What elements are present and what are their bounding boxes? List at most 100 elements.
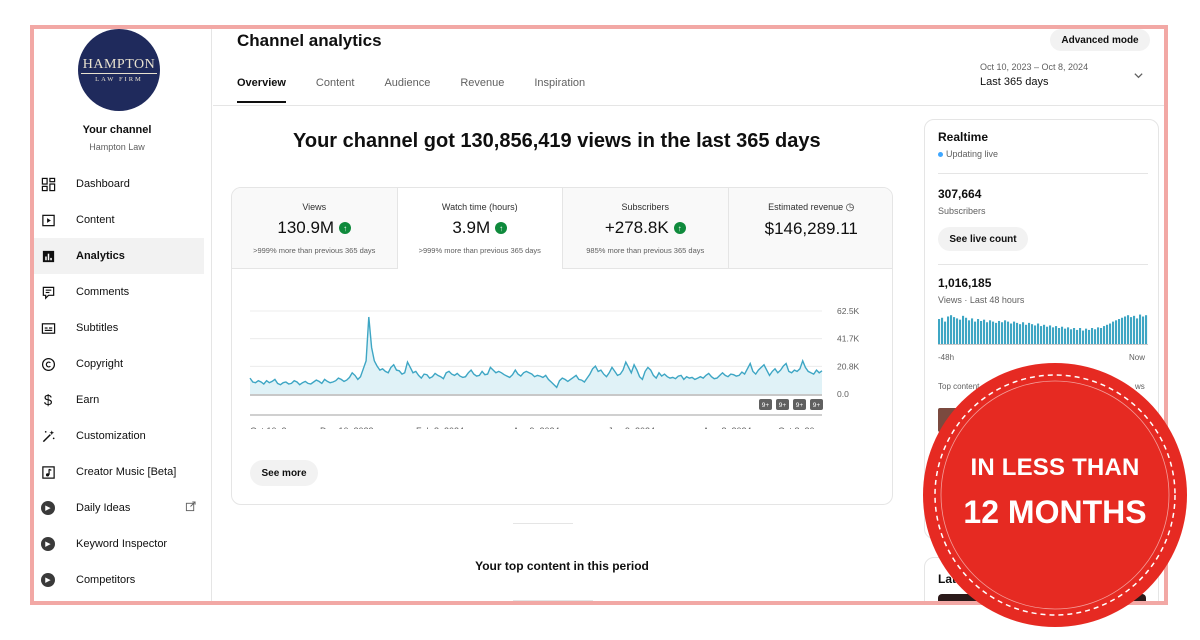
analytics-icon bbox=[40, 248, 56, 264]
chevron-down-icon[interactable] bbox=[1133, 70, 1144, 84]
realtime-bar bbox=[1136, 318, 1139, 344]
sidebar-item-copyright[interactable]: Copyright bbox=[34, 346, 204, 382]
sidebar-item-comments[interactable]: Comments bbox=[34, 274, 204, 310]
realtime-bar bbox=[959, 319, 962, 344]
realtime-bar bbox=[1016, 322, 1019, 344]
tab-content[interactable]: Content bbox=[316, 77, 355, 103]
sidebar-item-label: Analytics bbox=[76, 250, 125, 262]
sidebar-item-label: Content bbox=[76, 214, 115, 226]
event-badge[interactable]: 9+ bbox=[793, 399, 806, 410]
realtime-bar bbox=[1100, 328, 1103, 344]
realtime-bar bbox=[1091, 328, 1094, 344]
arrow-up-icon: ↑ bbox=[339, 222, 352, 234]
sidebar-item-keyword-inspector[interactable]: ▶ Keyword Inspector bbox=[34, 526, 204, 562]
sidebar-item-dashboard[interactable]: Dashboard bbox=[34, 166, 204, 202]
realtime-bar bbox=[1055, 326, 1058, 344]
content-icon bbox=[40, 212, 56, 228]
live-text: Updating live bbox=[946, 149, 999, 159]
divider bbox=[938, 264, 1148, 265]
see-more-button[interactable]: See more bbox=[250, 460, 318, 486]
sidebar: HAMPTON LAW FIRM Your channel Hampton La… bbox=[34, 29, 212, 601]
realtime-bar bbox=[1004, 320, 1007, 344]
realtime-bar bbox=[1118, 319, 1121, 344]
sidebar-item-competitors[interactable]: ▶ Competitors bbox=[34, 562, 204, 598]
advanced-mode-button[interactable]: Advanced mode bbox=[1050, 29, 1150, 51]
metric-watch-time[interactable]: Watch time (hours) 3.9M ↑ >999% more tha… bbox=[397, 188, 563, 269]
realtime-bar bbox=[1142, 316, 1145, 344]
realtime-bar bbox=[1043, 324, 1046, 344]
series-area bbox=[250, 317, 822, 394]
sidebar-item-content[interactable]: Content bbox=[34, 202, 204, 238]
realtime-bar bbox=[1061, 326, 1064, 344]
metric-value: $146,289.11 bbox=[764, 219, 858, 238]
realtime-bar bbox=[956, 318, 959, 344]
logo-line2: LAW FIRM bbox=[95, 76, 143, 83]
metric-comparison: >999% more than previous 365 days bbox=[253, 246, 376, 255]
x-tick-label: Apr 9, 2024 bbox=[513, 426, 560, 429]
realtime-views-value: 1,016,185 bbox=[938, 276, 992, 290]
realtime-bar bbox=[974, 321, 977, 344]
sidebar-item-customization[interactable]: Customization bbox=[34, 418, 204, 454]
sidebar-item-analytics[interactable]: Analytics bbox=[34, 238, 204, 274]
logo-line1: HAMPTON bbox=[80, 57, 158, 74]
realtime-bar bbox=[977, 319, 980, 344]
stamp-line1: IN LESS THAN bbox=[970, 454, 1140, 481]
metric-label: Views bbox=[302, 202, 327, 212]
realtime-bar bbox=[1097, 327, 1100, 344]
see-live-count-button[interactable]: See live count bbox=[938, 227, 1028, 251]
event-badge[interactable]: 9+ bbox=[759, 399, 772, 410]
y-tick-label: 41.7K bbox=[837, 334, 860, 344]
realtime-bar bbox=[971, 318, 974, 344]
channel-avatar[interactable]: HAMPTON LAW FIRM bbox=[78, 29, 160, 111]
comments-icon bbox=[40, 284, 56, 300]
sidebar-item-subtitles[interactable]: Subtitles bbox=[34, 310, 204, 346]
tab-overview[interactable]: Overview bbox=[237, 77, 286, 103]
tab-revenue[interactable]: Revenue bbox=[460, 77, 504, 103]
metric-comparison: >999% more than previous 365 days bbox=[418, 246, 541, 255]
sidebar-item-label: Subtitles bbox=[76, 322, 119, 334]
metric-comparison: 985% more than previous 365 days bbox=[586, 246, 705, 255]
realtime-bar bbox=[1115, 320, 1118, 344]
realtime-bar bbox=[1028, 322, 1031, 344]
realtime-bar bbox=[1124, 316, 1127, 344]
realtime-bar bbox=[1037, 323, 1040, 344]
sidebar-item-earn[interactable]: $ Earn bbox=[34, 382, 204, 418]
realtime-bar bbox=[947, 316, 950, 344]
tab-inspiration[interactable]: Inspiration bbox=[534, 77, 585, 103]
realtime-bar bbox=[938, 319, 941, 344]
realtime-bar bbox=[1094, 329, 1097, 344]
dollar-icon: $ bbox=[43, 391, 53, 409]
realtime-bar bbox=[962, 315, 965, 344]
realtime-bar bbox=[1040, 326, 1043, 344]
metric-views[interactable]: Views 130.9M ↑ >999% more than previous … bbox=[232, 188, 398, 269]
live-indicator: Updating live bbox=[938, 149, 998, 159]
y-tick-label: 0.0 bbox=[837, 389, 849, 399]
event-badge[interactable]: 9+ bbox=[776, 399, 789, 410]
metric-subscribers[interactable]: Subscribers +278.8K ↑ 985% more than pre… bbox=[563, 188, 729, 269]
realtime-bar bbox=[1103, 326, 1106, 344]
x-tick-label: Oct 10, 2... bbox=[250, 426, 294, 429]
analytics-tabs: Overview Content Audience Revenue Inspir… bbox=[237, 77, 615, 103]
tabs-divider bbox=[213, 105, 1164, 106]
plugin-icon: ▶ bbox=[40, 572, 56, 588]
metric-value-row: 3.9M ↑ bbox=[398, 218, 563, 238]
metric-value-row: 130.9M ↑ bbox=[232, 218, 397, 238]
sidebar-item-label: Creator Music [Beta] bbox=[76, 466, 177, 478]
realtime-bar bbox=[1082, 330, 1085, 344]
external-link-icon[interactable] bbox=[185, 501, 196, 515]
event-badge[interactable]: 9+ bbox=[810, 399, 823, 410]
realtime-bar bbox=[950, 315, 953, 344]
x-tick-label: Aug 8, 2024 bbox=[703, 426, 752, 429]
realtime-bar bbox=[1079, 328, 1082, 344]
realtime-subscribers-value: 307,664 bbox=[938, 187, 982, 201]
tab-audience[interactable]: Audience bbox=[384, 77, 430, 103]
sidebar-item-creator-music[interactable]: Creator Music [Beta] bbox=[34, 454, 204, 490]
realtime-bar bbox=[941, 317, 944, 344]
realtime-bar bbox=[1013, 321, 1016, 344]
date-range-picker[interactable]: Oct 10, 2023 – Oct 8, 2024 Last 365 days bbox=[980, 62, 1088, 88]
music-icon bbox=[40, 464, 56, 480]
screenshot-frame: HAMPTON LAW FIRM Your channel Hampton La… bbox=[0, 0, 1200, 640]
sidebar-item-daily-ideas[interactable]: ▶ Daily Ideas bbox=[34, 490, 204, 526]
clock-icon: ◷ bbox=[845, 202, 855, 213]
metric-revenue[interactable]: Estimated revenue ◷ $146,289.11 bbox=[728, 188, 892, 269]
